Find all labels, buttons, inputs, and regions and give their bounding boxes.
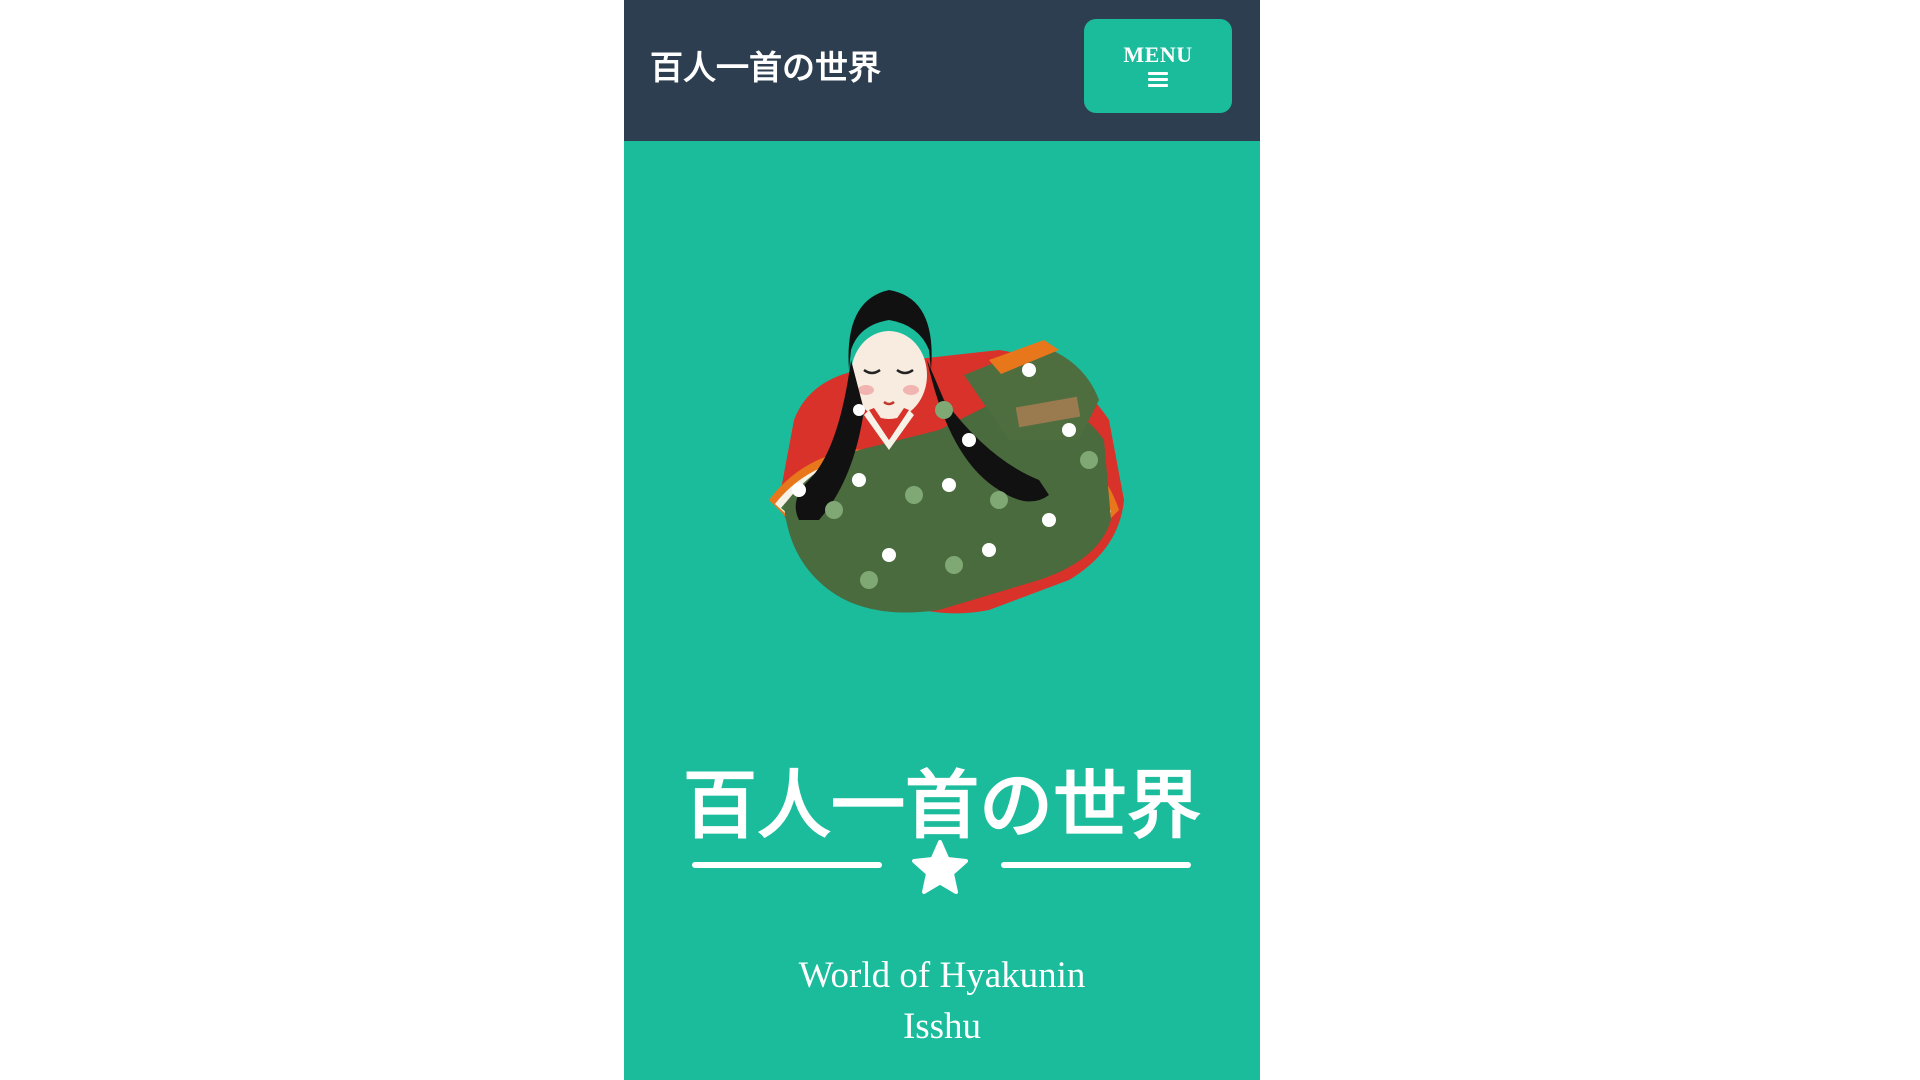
navbar: 百人一首の世界 MENU [624, 0, 1260, 141]
menu-button[interactable]: MENU [1084, 19, 1232, 113]
menu-button-label: MENU [1123, 42, 1193, 67]
divider-line-left [692, 862, 882, 868]
masthead-subheading: World of Hyakunin Isshu [624, 950, 1260, 1052]
hamburger-icon [1148, 72, 1168, 88]
star-icon [909, 838, 971, 900]
navbar-brand[interactable]: 百人一首の世界 [650, 42, 881, 94]
subheading-line-2: Isshu [902, 1006, 982, 1047]
heian-court-lady-illustration [739, 290, 1159, 630]
divider-line-right [1001, 862, 1191, 868]
subheading-line-1: World of Hyakunin [798, 955, 1086, 996]
mobile-viewport: 百人一首の世界 MENU 百人一首の世界 World of Hyakunin I… [624, 0, 1260, 1080]
